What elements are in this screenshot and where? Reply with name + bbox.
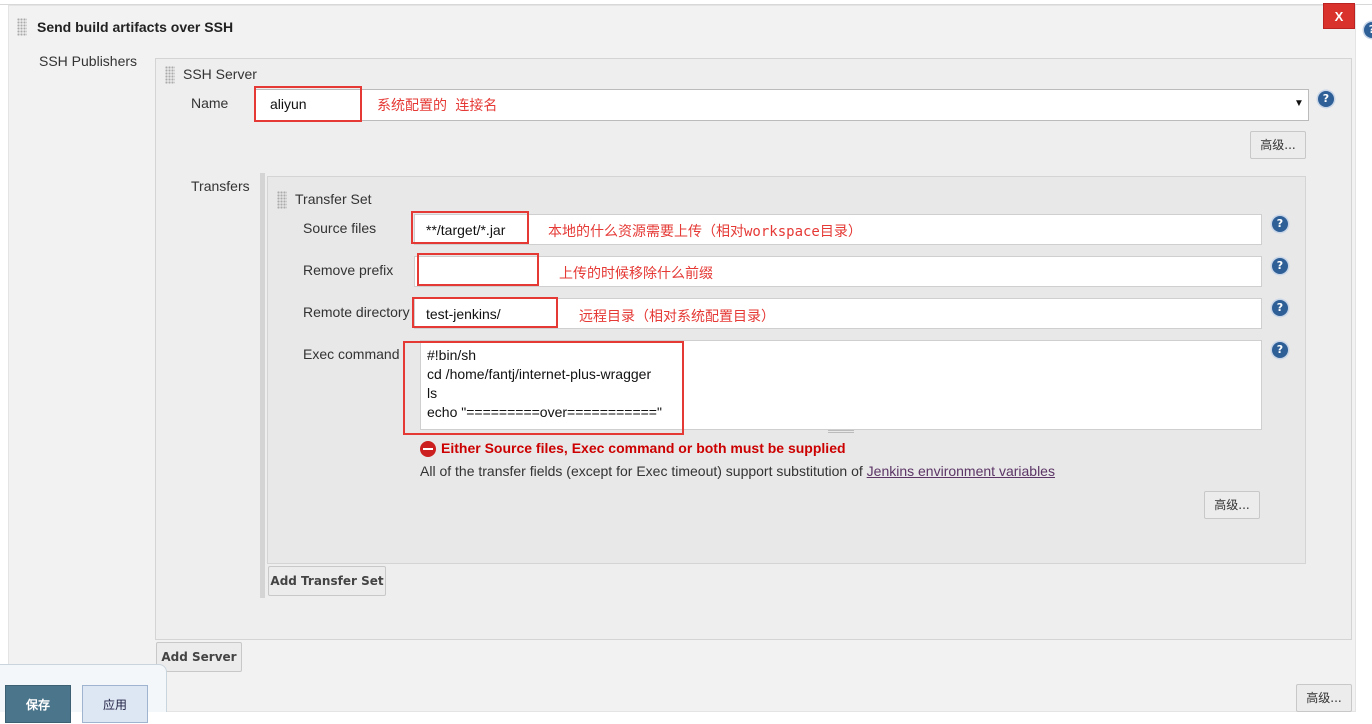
help-icon[interactable]: ? xyxy=(1318,91,1334,107)
exec-command-label: Exec command xyxy=(303,346,400,362)
dropdown-arrow-icon: ▼ xyxy=(1294,98,1304,109)
server-name-value: aliyun xyxy=(270,96,307,112)
drag-handle-icon[interactable] xyxy=(17,18,27,36)
add-transfer-set-button[interactable]: Add Transfer Set xyxy=(268,566,386,596)
help-icon[interactable]: ? xyxy=(1272,216,1288,232)
ssh-server-title: SSH Server xyxy=(183,66,257,82)
remove-prefix-input[interactable] xyxy=(414,256,1262,287)
remove-prefix-annotation: 上传的时候移除什么前缀 xyxy=(559,266,713,282)
name-annotation: 系统配置的 连接名 xyxy=(377,98,498,114)
transfers-bar xyxy=(260,173,265,598)
save-button[interactable]: 保存 xyxy=(5,685,71,723)
substitution-info: All of the transfer fields (except for E… xyxy=(420,463,1055,479)
substitution-info-text: All of the transfer fields (except for E… xyxy=(420,463,867,479)
drag-handle-icon[interactable] xyxy=(277,191,287,209)
source-files-label: Source files xyxy=(303,220,377,236)
annotation-box xyxy=(417,253,539,286)
server-advanced-button[interactable]: 高级... xyxy=(1250,131,1306,159)
help-icon[interactable]: ? xyxy=(1272,258,1288,274)
env-variables-link[interactable]: Jenkins environment variables xyxy=(867,463,1055,479)
validation-error: Either Source files, Exec command or bot… xyxy=(441,440,846,456)
bottom-advanced-button[interactable]: 高级... xyxy=(1296,684,1352,712)
drag-handle-icon[interactable] xyxy=(165,66,175,84)
textarea-resize-handle[interactable] xyxy=(828,430,854,433)
source-files-value: **/target/*.jar xyxy=(426,222,506,238)
error-icon xyxy=(420,441,436,457)
ssh-publishers-label: SSH Publishers xyxy=(39,53,138,69)
apply-button[interactable]: 应用 xyxy=(82,685,148,723)
remote-directory-label: Remote directory xyxy=(303,304,410,320)
annotation-box xyxy=(403,341,684,435)
remote-directory-annotation: 远程目录（相对系统配置目录） xyxy=(579,309,775,325)
transfers-label: Transfers xyxy=(191,178,250,194)
source-files-annotation: 本地的什么资源需要上传（相对workspace目录） xyxy=(548,224,862,240)
section-title: Send build artifacts over SSH xyxy=(37,19,234,35)
transfer-set-title: Transfer Set xyxy=(295,191,372,207)
help-icon[interactable]: ? xyxy=(1272,342,1288,358)
help-icon[interactable]: ? xyxy=(1272,300,1288,316)
delete-section-button[interactable]: X xyxy=(1323,3,1355,29)
remove-prefix-label: Remove prefix xyxy=(303,262,394,278)
help-icon[interactable]: ? xyxy=(1364,22,1372,38)
name-label: Name xyxy=(191,95,229,111)
add-server-button[interactable]: Add Server xyxy=(156,642,242,672)
transfer-advanced-button[interactable]: 高级... xyxy=(1204,491,1260,519)
remote-directory-value: test-jenkins/ xyxy=(426,306,501,322)
